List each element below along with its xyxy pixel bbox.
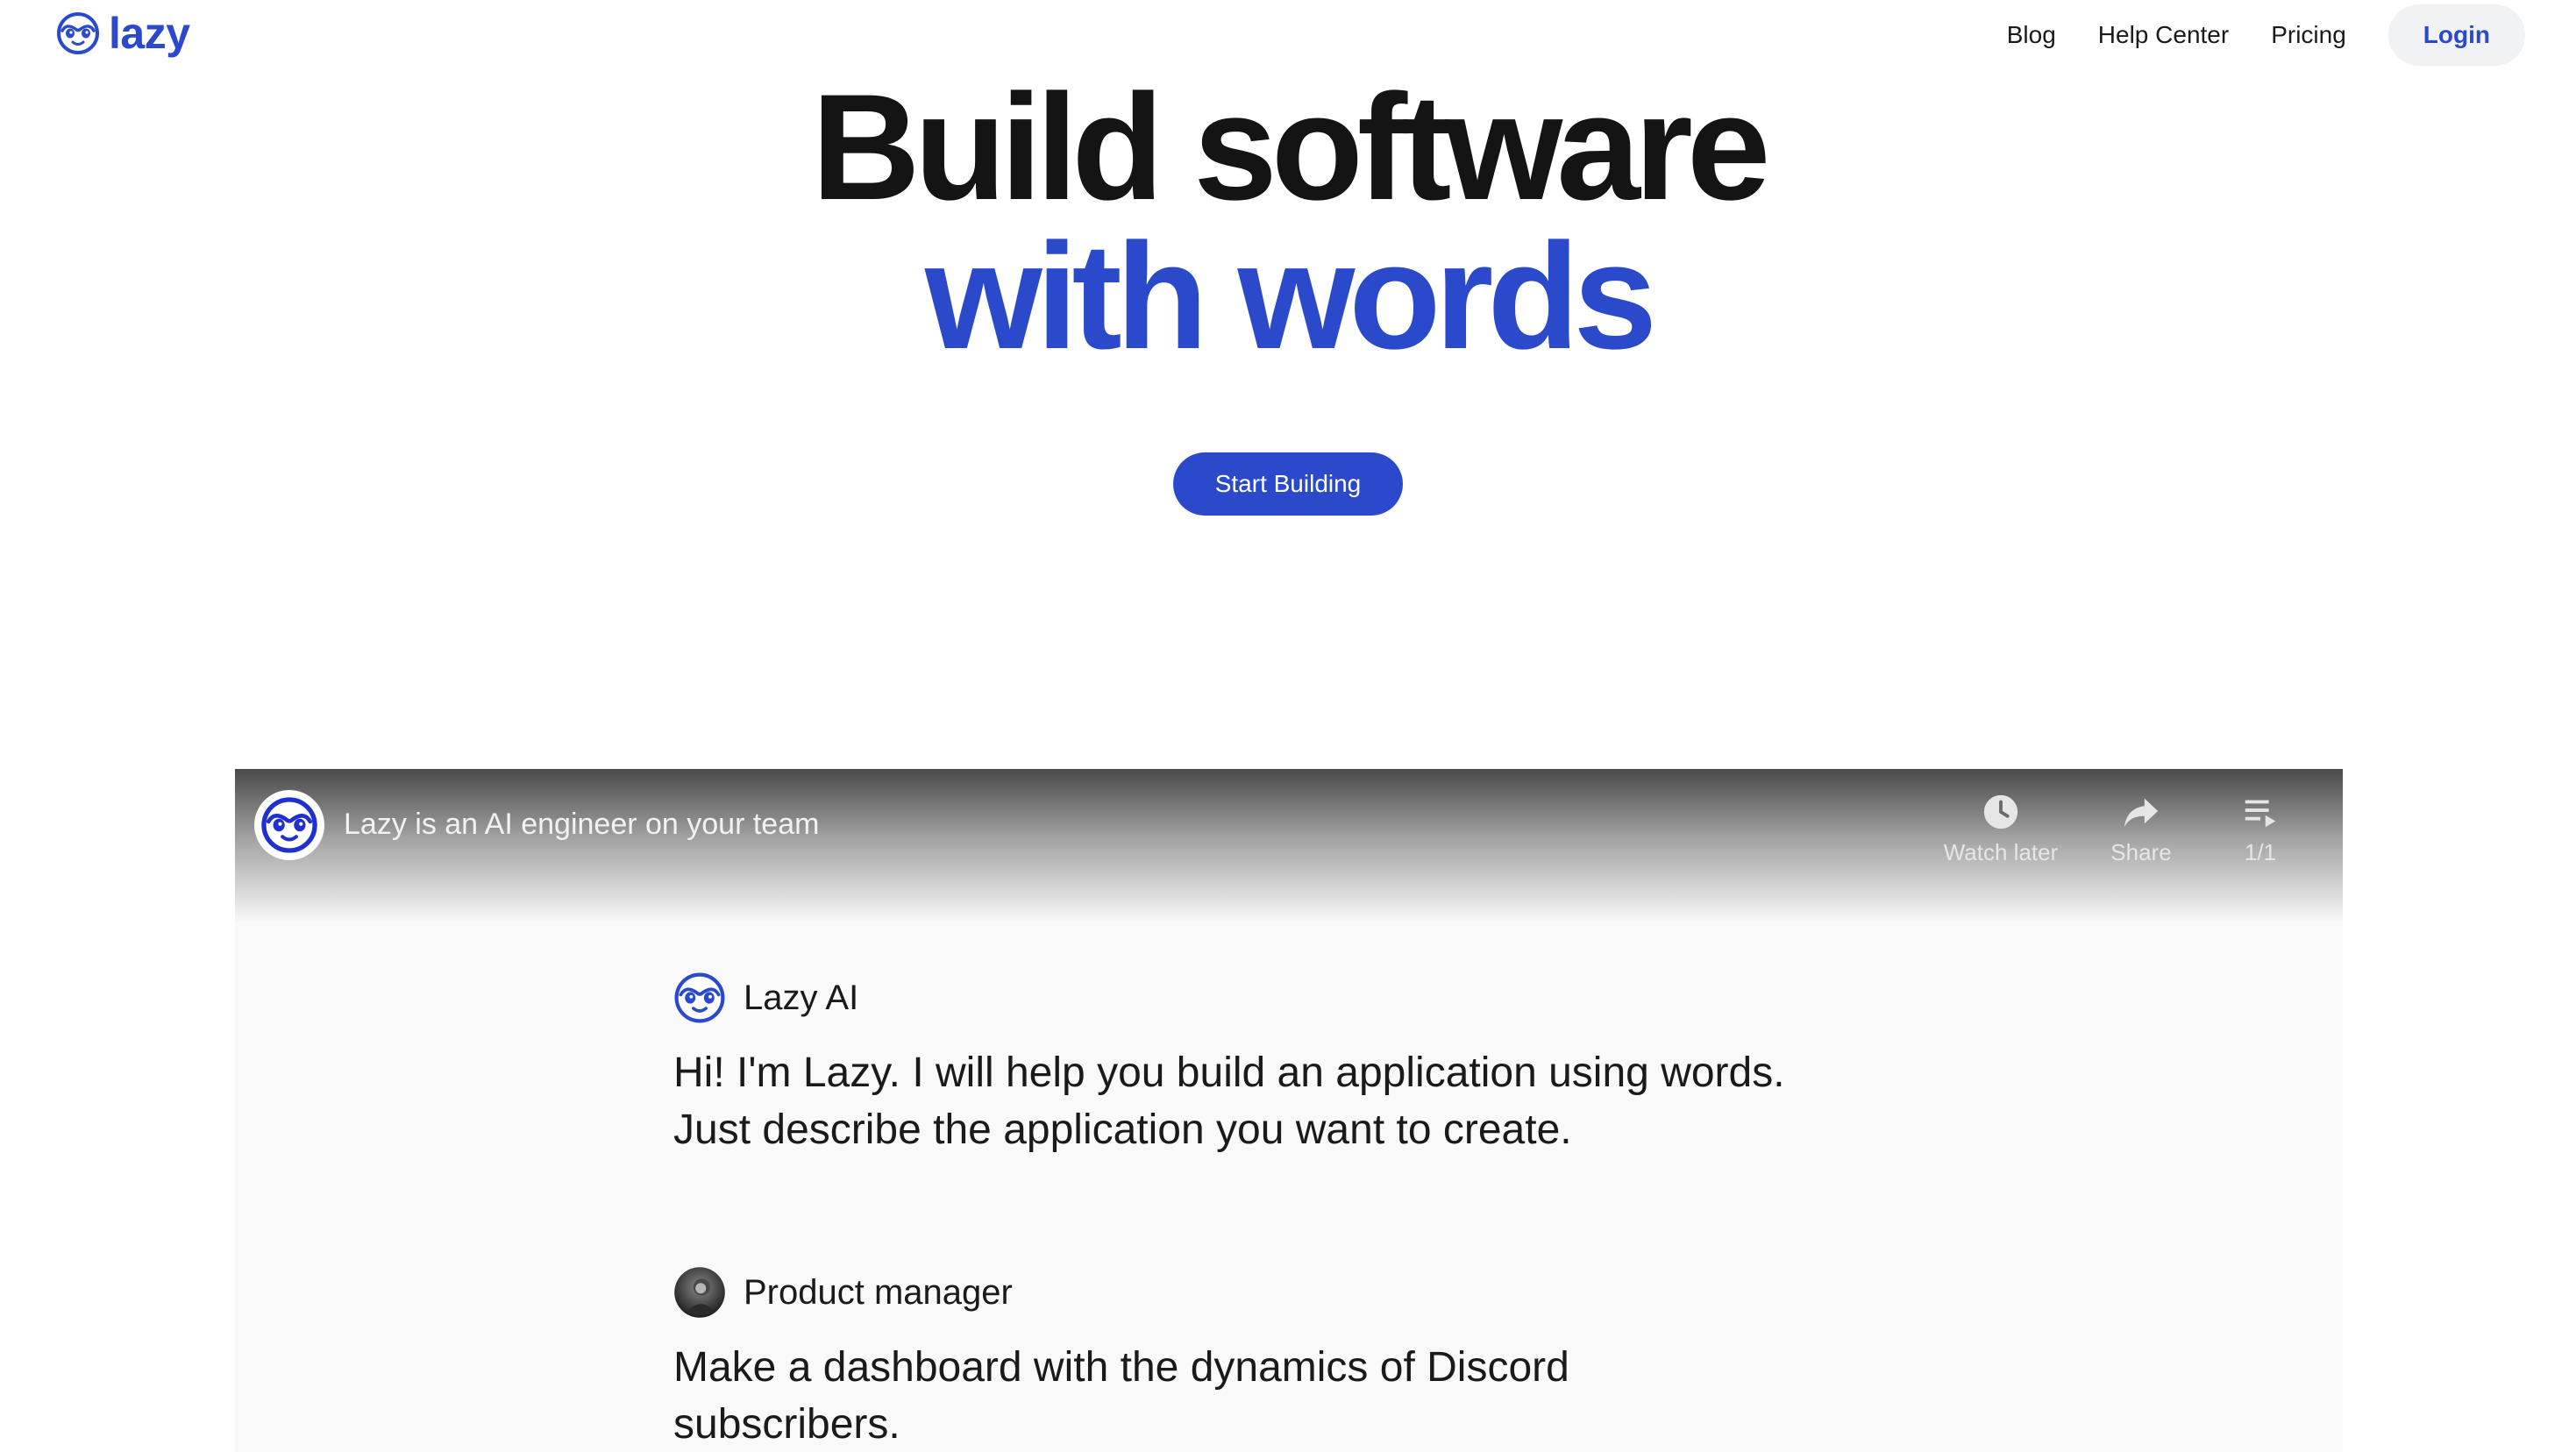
user-photo-avatar <box>674 1267 725 1318</box>
share-arrow-icon <box>2124 798 2159 828</box>
message-author: Product manager <box>744 1272 1013 1312</box>
hero-headline-accent: with words <box>924 212 1657 381</box>
playlist-button[interactable]: 1/1 <box>2190 792 2330 866</box>
nav-blog-link[interactable]: Blog <box>2007 21 2056 49</box>
nav-help-center-link[interactable]: Help Center <box>2098 21 2229 49</box>
message-line: Hi! I'm Lazy. I will help you build an a… <box>673 1050 1785 1096</box>
video-player[interactable]: Lazy is an AI engineer on your team Watc… <box>235 769 2343 1452</box>
playlist-icon <box>2245 800 2276 828</box>
message-header: Product manager <box>673 1265 1918 1320</box>
login-button[interactable]: Login <box>2387 4 2525 66</box>
watch-later-label: Watch later <box>1943 839 2059 865</box>
hero-section: Build software with words <box>0 72 2576 372</box>
top-nav: Blog Help Center Pricing Login <box>2007 4 2525 66</box>
brand-logo-link[interactable]: lazy <box>56 7 190 60</box>
brand-name: lazy <box>109 9 190 58</box>
sloth-face-icon <box>261 797 317 853</box>
message-header: Lazy AI <box>673 971 1918 1025</box>
site-header: lazy Blog Help Center Pricing Login <box>0 0 2576 70</box>
nav-pricing-link[interactable]: Pricing <box>2271 21 2346 49</box>
clock-icon <box>1983 794 2018 829</box>
hero-headline: Build software <box>811 63 1770 231</box>
chat-message-product-manager: Product manager Make a dashboard with th… <box>673 1265 1918 1452</box>
channel-avatar[interactable] <box>254 790 324 860</box>
playlist-position-label: 1/1 <box>2244 839 2277 865</box>
sloth-face-icon <box>674 972 725 1023</box>
message-line: subscribers. <box>673 1401 900 1448</box>
message-text: Make a dashboard with the dynamics of Di… <box>673 1339 1918 1452</box>
start-building-button[interactable]: Start Building <box>1173 452 1403 516</box>
chat-message-lazy: Lazy AI Hi! I'm Lazy. I will help you bu… <box>673 971 1918 1158</box>
video-title[interactable]: Lazy is an AI engineer on your team <box>344 808 819 842</box>
message-line: Make a dashboard with the dynamics of Di… <box>673 1344 1569 1391</box>
watch-later-button[interactable]: Watch later <box>1931 792 2071 866</box>
message-text: Hi! I'm Lazy. I will help you build an a… <box>673 1044 1918 1158</box>
message-author: Lazy AI <box>744 978 859 1017</box>
sloth-face-icon <box>57 12 99 54</box>
message-line: Just describe the application you want t… <box>673 1107 1572 1153</box>
